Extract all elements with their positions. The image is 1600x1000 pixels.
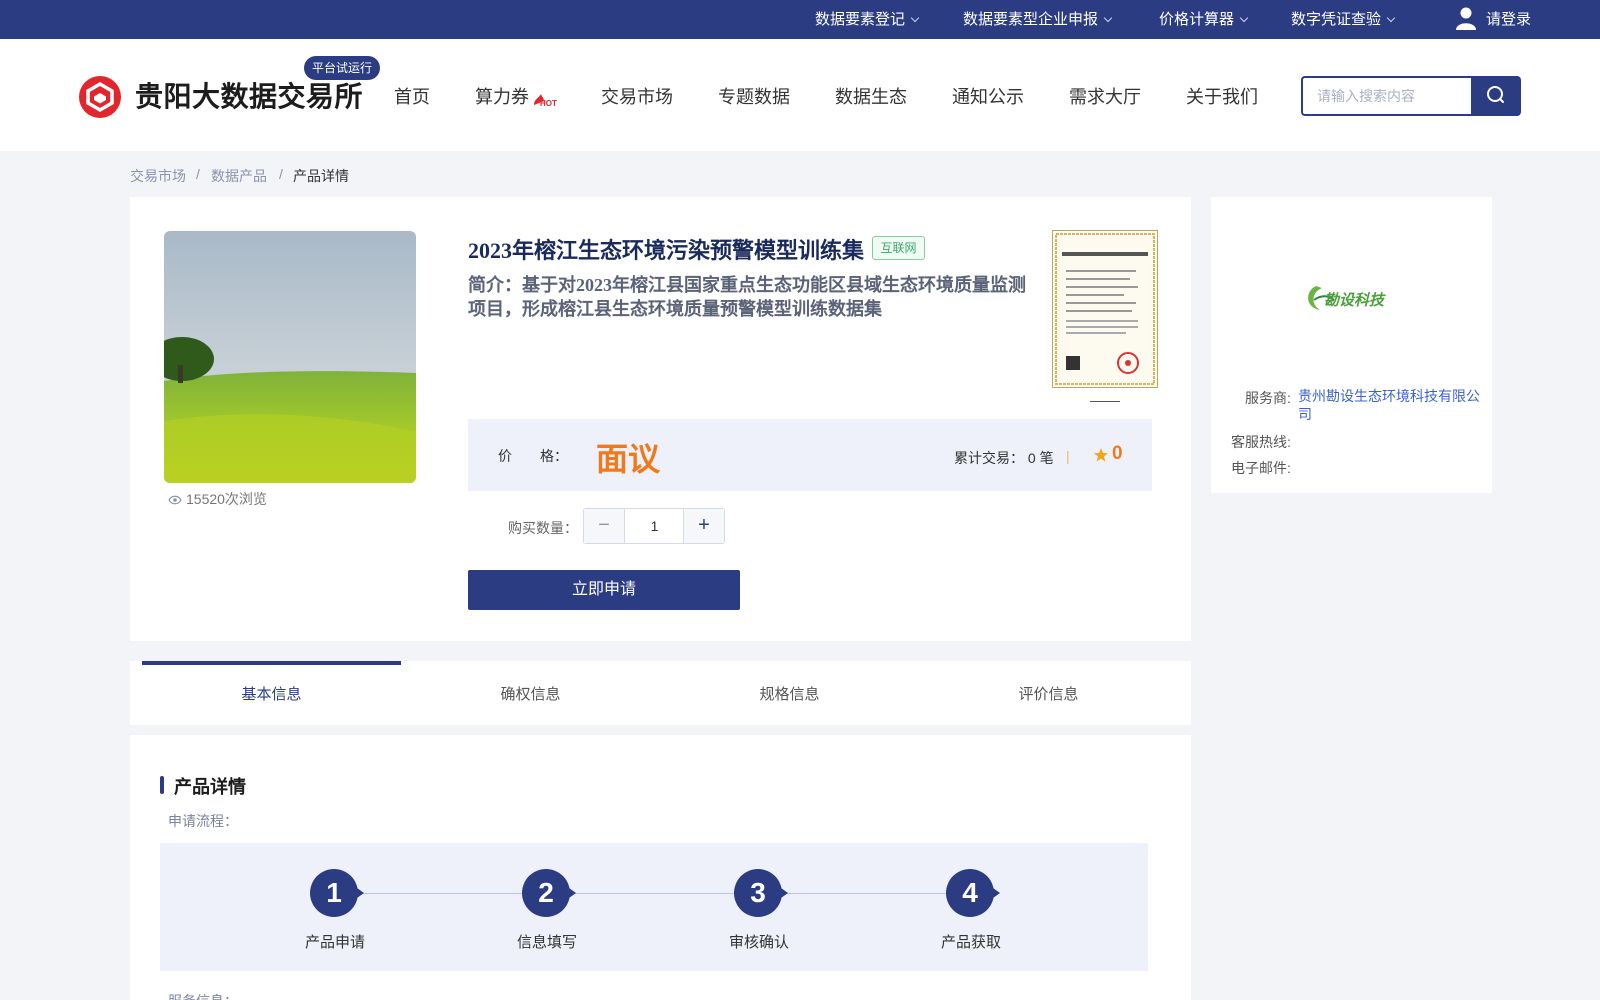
step-2-label: 信息填写 [516,934,577,951]
product-title: 2023年榕江生态环境污染预警模型训练集 [468,238,865,263]
landscape-image [164,231,416,483]
breadcrumb-data-products[interactable]: 数据产品 [211,166,267,186]
exchange-logo-icon[interactable] [79,76,121,118]
quantity-increase-button[interactable]: + [683,509,724,543]
step-3-circle: 3 [734,869,788,917]
main-header: 贵阳大数据交易所 平台试运行 首页 算力券 HOT 交易市场 专题数据 数据生态… [0,39,1600,151]
service-info-label: 服务信息： [168,991,238,1000]
quantity-stepper: − 1 + [583,508,725,544]
step-1-label: 产品申请 [304,934,365,951]
rating-value: 0 [1112,443,1123,464]
tab-spec-info[interactable]: 规格信息 [660,661,919,725]
nav-topic-data[interactable]: 专题数据 [718,83,790,109]
nav-compute-voucher[interactable]: 算力券 [475,83,529,109]
breadcrumb-separator: / [196,166,200,182]
divider: | [1066,448,1070,464]
top-bar: 数据要素登记 数据要素型企业申报 价格计算器 数字凭证查验 请登录 [0,0,1600,39]
chevron-down-icon [1386,13,1396,23]
price-value: 面议 [596,441,661,477]
step-2-circle: 2 [522,869,576,917]
seller-logo: 勘设科技 [1308,286,1386,310]
certificate-indicator [1090,401,1120,402]
nav-trading-market[interactable]: 交易市场 [601,83,673,109]
flow-label: 申请流程： [168,813,238,829]
source-tag: 互联网 [872,236,925,260]
quantity-label: 购买数量： [508,520,578,536]
topbar-enterprise-declaration[interactable]: 数据要素型企业申报 [963,0,1113,39]
section-title: 产品详情 [174,777,246,797]
step-4-label: 产品获取 [940,934,1001,951]
chevron-down-icon [1239,13,1249,23]
breadcrumb-current: 产品详情 [293,168,349,184]
step-4-circle: 4 [946,869,1000,917]
brand-name[interactable]: 贵阳大数据交易所 [135,75,363,115]
seller-hotline-label: 客服热线: [1231,434,1291,450]
nav-notices[interactable]: 通知公示 [952,83,1024,109]
nav-about-us[interactable]: 关于我们 [1186,83,1258,109]
quantity-decrease-button[interactable]: − [584,509,625,543]
star-icon [1094,448,1108,462]
tab-review-info[interactable]: 评价信息 [919,661,1178,725]
topbar-data-registration[interactable]: 数据要素登记 [815,0,920,39]
seller-logo-text: 勘设科技 [1324,292,1386,309]
product-intro: 简介：基于对2023年榕江县国家重点生态功能区县域生态环境质量监测项目，形成榕江… [468,275,1026,319]
breadcrumb-trading-market[interactable]: 交易市场 [130,166,186,186]
flow-connector [782,893,950,894]
chevron-down-icon [910,13,920,23]
nav-home[interactable]: 首页 [394,83,430,109]
search-button[interactable] [1471,76,1521,116]
step-1-circle: 1 [310,869,364,917]
tab-basic-info[interactable]: 基本信息 [142,661,401,725]
section-marker [160,776,164,794]
svg-text:HOT: HOT [540,99,557,107]
eye-icon [168,495,182,505]
hot-flame-icon: HOT [534,94,557,107]
cumulative-trades: 累计交易： 0 笔 [954,450,1054,466]
chevron-down-icon [1103,13,1113,23]
login-link[interactable]: 请登录 [1486,0,1531,39]
registration-certificate-image[interactable] [1052,230,1158,388]
flow-connector [570,893,738,894]
product-image [164,231,416,483]
price-label: 价 格： [498,448,568,464]
nav-demand-hall[interactable]: 需求大厅 [1069,83,1141,109]
apply-now-button[interactable]: 立即申请 [468,570,740,610]
search-input[interactable] [1301,76,1471,116]
info-tabs: 基本信息 确权信息 规格信息 评价信息 [130,661,1191,725]
breadcrumb-separator: / [279,166,283,182]
step-3-label: 审核确认 [728,934,789,951]
tab-rights-info[interactable]: 确权信息 [401,661,660,725]
view-count: 15520次浏览 [168,489,267,509]
search-icon [1487,86,1504,103]
nav-data-ecosystem[interactable]: 数据生态 [835,83,907,109]
quantity-input[interactable]: 1 [625,509,684,543]
user-icon[interactable] [1455,6,1477,32]
topbar-price-calculator[interactable]: 价格计算器 [1159,0,1249,39]
topbar-voucher-check[interactable]: 数字凭证查验 [1291,0,1396,39]
trial-badge: 平台试运行 [304,56,380,80]
seller-provider-name[interactable]: 贵州勘设生态环境科技有限公司 [1298,387,1482,423]
seller-email-label: 电子邮件: [1231,460,1291,476]
seller-provider-label: 服务商: [1245,390,1291,406]
flow-connector [358,893,526,894]
